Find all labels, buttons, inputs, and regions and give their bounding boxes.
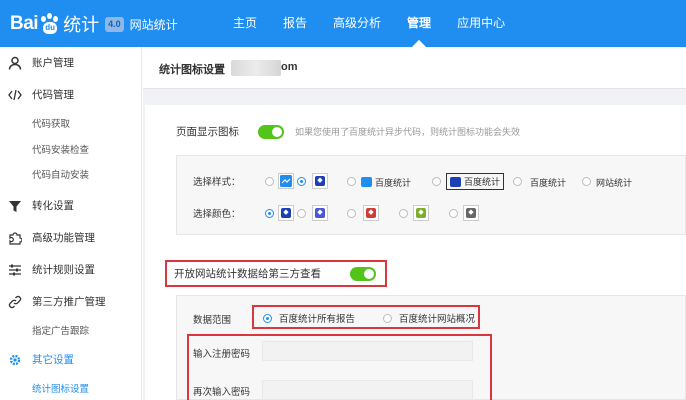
sidebar-item-label: 高级功能管理: [32, 232, 95, 244]
color-swatch-4[interactable]: [413, 205, 429, 221]
sidebar-item-label: 代码管理: [32, 89, 74, 101]
page-title: 统计图标设置: [159, 63, 225, 76]
color-swatch-3[interactable]: [363, 205, 379, 221]
sidebar-item-label: 第三方推广管理: [32, 296, 106, 308]
style-option-paw-icon[interactable]: [312, 173, 328, 189]
baidu-paw-icon: du: [39, 13, 61, 35]
sidebar-sub-icon-settings[interactable]: 统计图标设置: [32, 383, 89, 397]
page-icon-hint: 如果您使用了百度统计异步代码，则统计图标功能会失效: [295, 128, 521, 138]
user-icon: [8, 56, 22, 70]
style-option-chart-icon[interactable]: [278, 173, 294, 189]
sidebar-item-rules[interactable]: 统计规则设置: [0, 260, 142, 280]
code-icon: [8, 89, 22, 101]
color-swatch-5[interactable]: [463, 205, 479, 221]
style-option-text-only[interactable]: 百度统计: [530, 175, 566, 189]
nav-manage[interactable]: 管理: [394, 0, 444, 47]
nav-app-center[interactable]: 应用中心: [444, 0, 518, 47]
top-nav-bar: Bai du 统计 4.0 网站统计 主页 报告 高级分析 管理 应用中心: [0, 0, 686, 47]
settings-card: 页面显示图标 如果您使用了百度统计异步代码，则统计图标功能会失效 选择样式： 百…: [145, 105, 686, 400]
style-radio-5[interactable]: [513, 177, 522, 186]
color-swatch-2[interactable]: [312, 205, 328, 221]
password-input[interactable]: [262, 341, 473, 361]
chart-icon: [280, 175, 292, 187]
baidu-tongji-logo[interactable]: Bai du 统计 4.0 网站统计: [10, 11, 178, 37]
main-content: 统计图标设置 om 页面显示图标 如果您使用了百度统计异步代码，则统计图标功能会…: [143, 47, 686, 400]
sidebar-sub-ad-tracking[interactable]: 指定广告跟踪: [32, 325, 89, 339]
logo-text: Bai: [10, 13, 39, 34]
style-radio-2[interactable]: [297, 177, 306, 186]
paw-icon: [450, 176, 461, 187]
data-range-overview-radio[interactable]: [383, 314, 392, 323]
page-title-suffix: om: [281, 61, 298, 73]
style-option-chart-text[interactable]: 百度统计: [361, 175, 411, 189]
style-radio-3[interactable]: [347, 177, 356, 186]
icon-style-panel: 选择样式： 百度统计 百度统计 百度统计 网站统计 选择颜色：: [176, 155, 686, 235]
nav-advanced-analysis[interactable]: 高级分析: [320, 0, 394, 47]
style-option-paw-text[interactable]: 百度统计: [446, 173, 505, 190]
sidebar-item-label: 账户管理: [32, 57, 74, 69]
sidebar-sub-code-get[interactable]: 代码获取: [32, 118, 70, 132]
sidebar-sub-code-check[interactable]: 代码安装检查: [32, 144, 89, 158]
color-swatch-1[interactable]: [278, 205, 294, 221]
share-data-label: 开放网站统计数据给第三方查看: [174, 268, 321, 280]
password-label: 输入注册密码: [193, 349, 251, 360]
puzzle-icon: [9, 232, 22, 245]
confirm-password-input[interactable]: [262, 380, 473, 400]
data-range-overview-label[interactable]: 百度统计网站概况: [399, 311, 475, 325]
color-radio-1[interactable]: [265, 209, 274, 218]
sidebar-item-account[interactable]: 账户管理: [0, 53, 142, 73]
blurred-domain: [231, 60, 281, 76]
share-settings-panel: 数据范围 百度统计所有报告 百度统计网站概况 输入注册密码 再次输入密码: [176, 295, 686, 400]
data-range-all-label[interactable]: 百度统计所有报告: [279, 311, 355, 325]
funnel-icon: [9, 201, 21, 212]
nav-reports[interactable]: 报告: [270, 0, 320, 47]
sidebar-item-third-party[interactable]: 第三方推广管理: [0, 292, 142, 312]
sliders-icon: [9, 264, 21, 276]
color-radio-4[interactable]: [399, 209, 408, 218]
sidebar-sub-code-auto[interactable]: 代码自动安装: [32, 169, 89, 183]
link-icon: [8, 295, 22, 309]
sidebar-item-code[interactable]: 代码管理: [0, 85, 142, 105]
main-nav: 主页 报告 高级分析 管理 应用中心: [220, 0, 518, 47]
sidebar: 账户管理 代码管理 代码获取 代码安装检查 代码自动安装 转化设置 高级功能管理…: [0, 47, 142, 400]
sidebar-item-advanced[interactable]: 高级功能管理: [0, 228, 142, 248]
sidebar-item-label: 其它设置: [32, 354, 74, 366]
color-radio-2[interactable]: [297, 209, 306, 218]
nav-home[interactable]: 主页: [220, 0, 270, 47]
style-label: 选择样式：: [193, 177, 241, 188]
style-radio-6[interactable]: [582, 177, 591, 186]
sidebar-item-other[interactable]: 其它设置: [0, 350, 142, 370]
data-range-label: 数据范围: [193, 315, 232, 326]
page-icon-label: 页面显示图标: [176, 126, 239, 138]
sidebar-item-conversion[interactable]: 转化设置: [0, 196, 142, 216]
style-radio-4[interactable]: [432, 177, 441, 186]
style-radio-1[interactable]: [265, 177, 274, 186]
chart-icon: [361, 177, 372, 187]
color-radio-5[interactable]: [449, 209, 458, 218]
logo-tongji-text: 统计: [63, 15, 100, 36]
sidebar-item-label: 统计规则设置: [32, 264, 95, 276]
gear-icon: [9, 354, 21, 366]
confirm-password-label: 再次输入密码: [193, 387, 251, 398]
sidebar-item-label: 转化设置: [32, 200, 74, 212]
site-stats-label: 网站统计: [129, 17, 178, 32]
data-range-all-radio[interactable]: [263, 314, 272, 323]
style-option-site-text[interactable]: 网站统计: [596, 175, 632, 189]
page-header: 统计图标设置 om: [143, 47, 686, 89]
page-icon-toggle[interactable]: [258, 125, 284, 139]
share-data-toggle[interactable]: [350, 267, 376, 281]
color-label: 选择颜色：: [193, 209, 241, 220]
version-badge: 4.0: [105, 16, 124, 32]
color-radio-3[interactable]: [347, 209, 356, 218]
